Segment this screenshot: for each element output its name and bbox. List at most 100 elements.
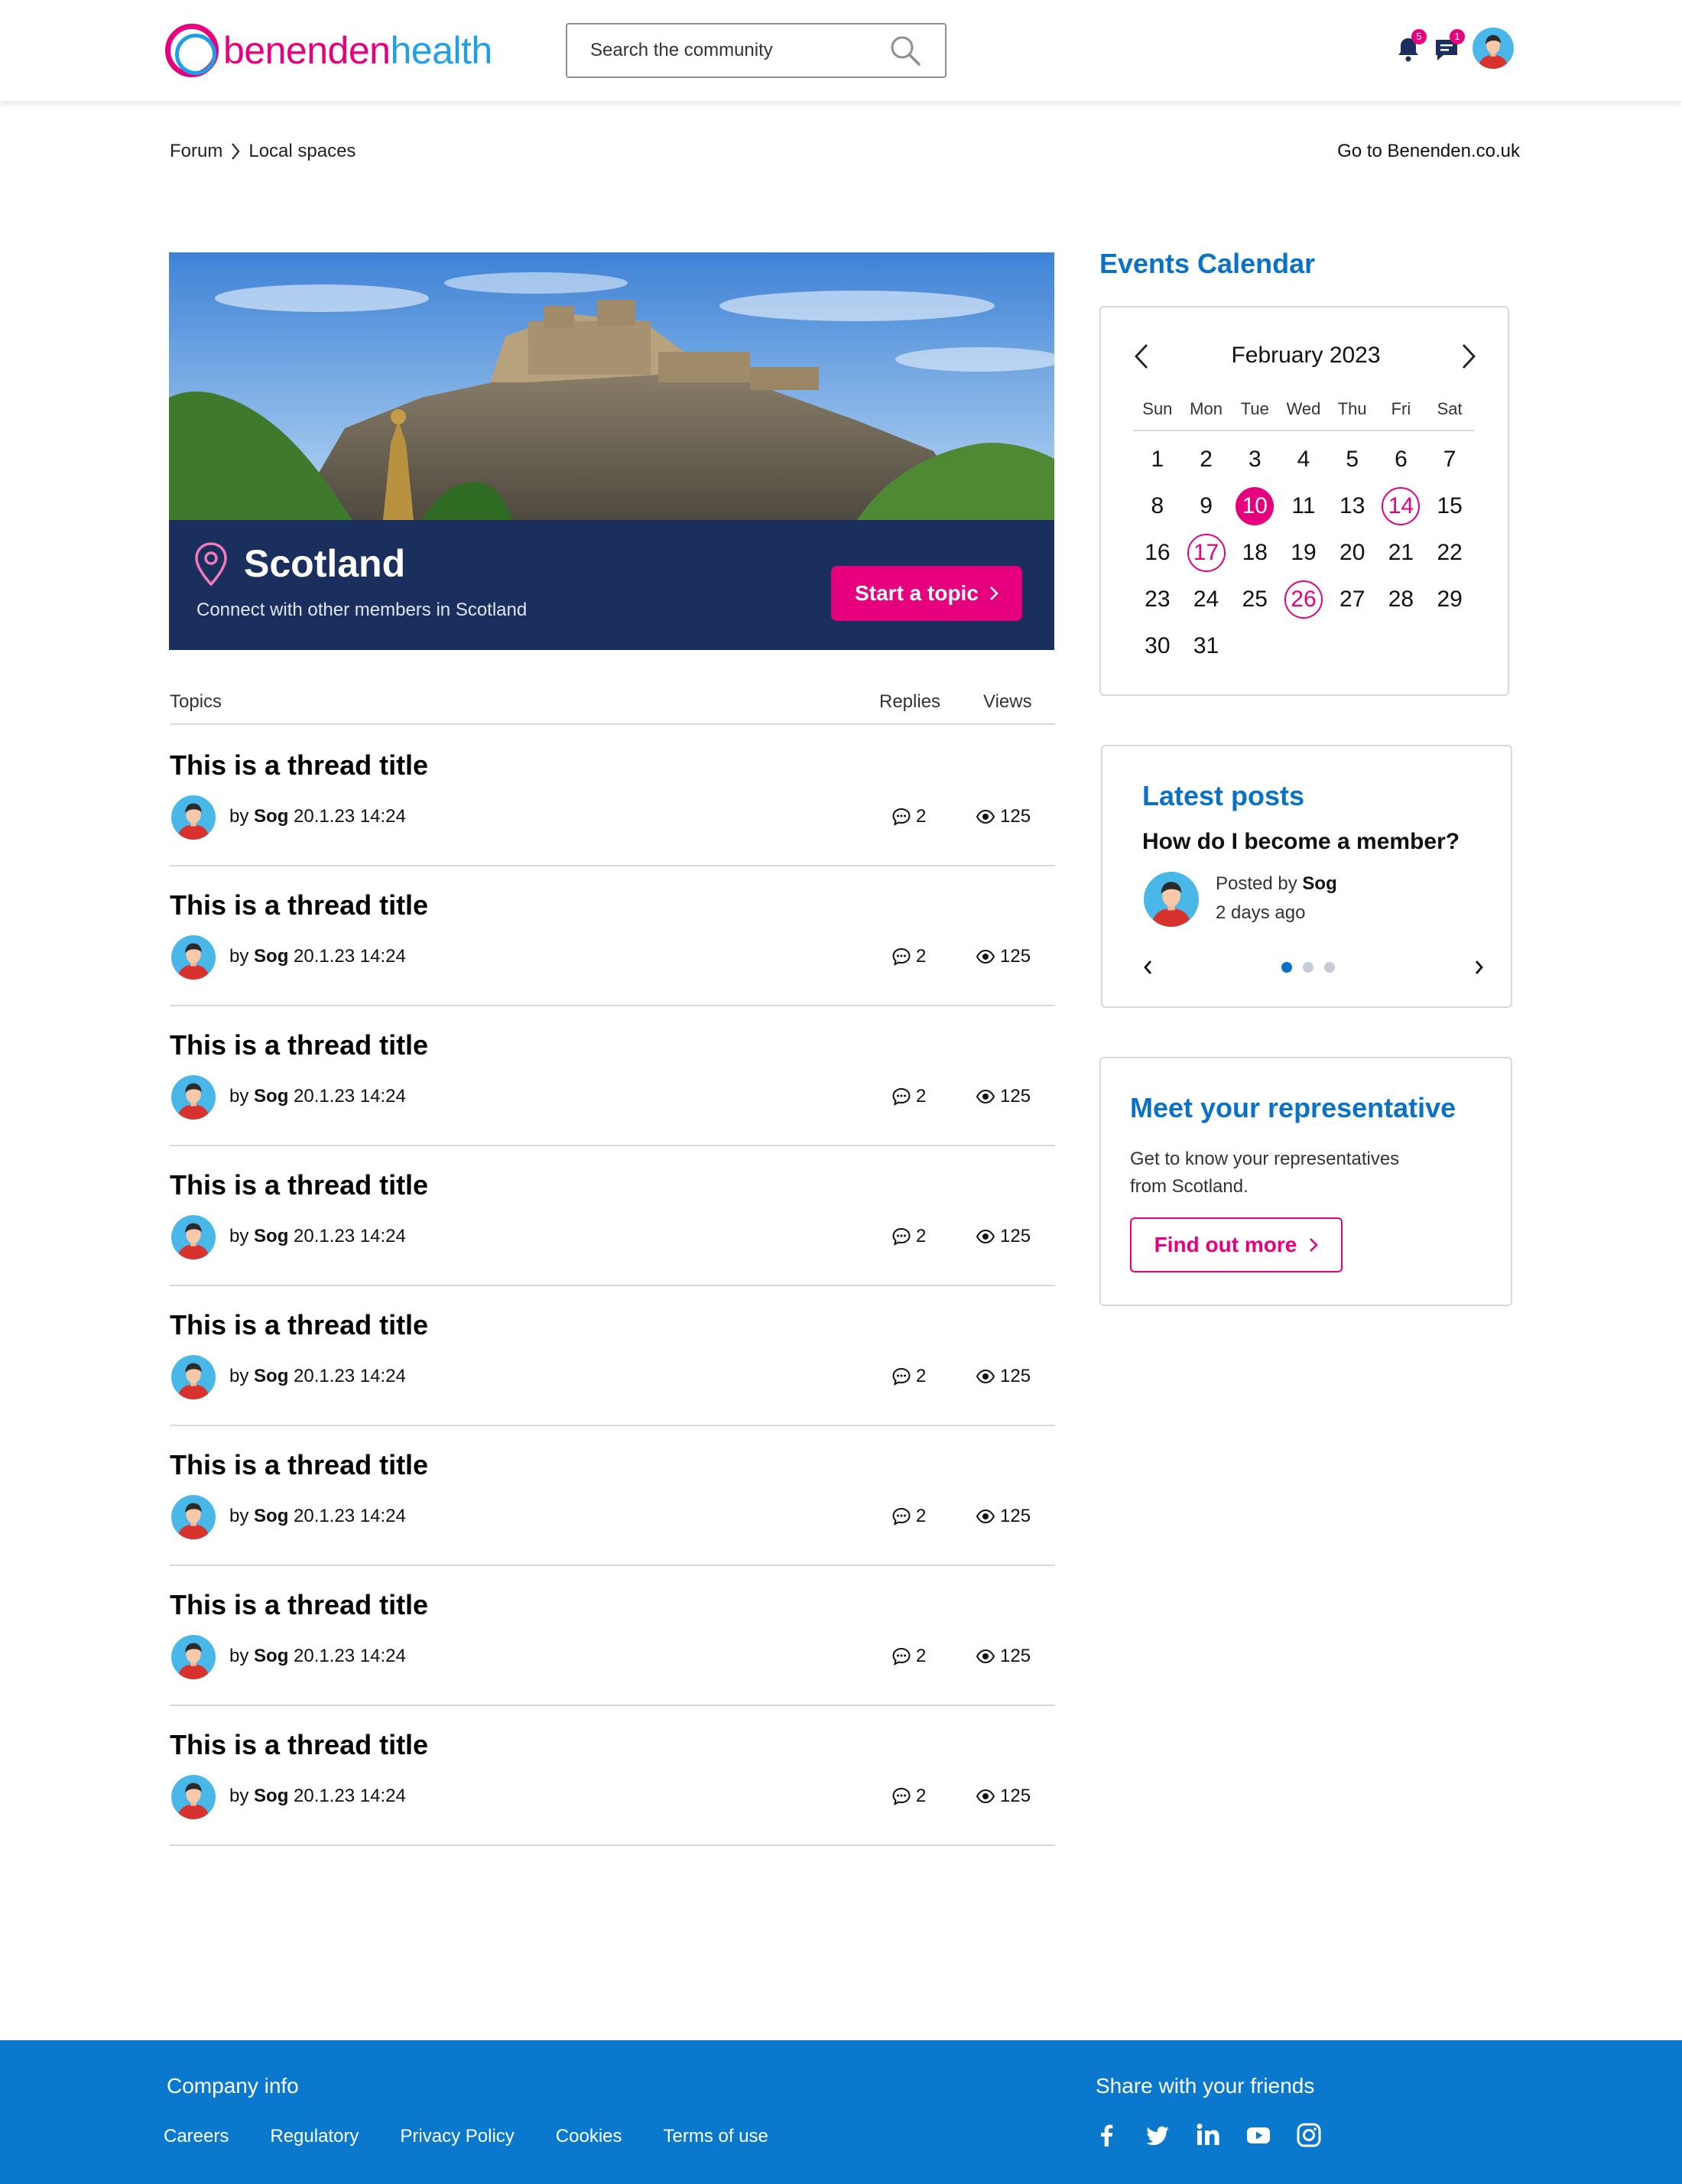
author-avatar[interactable]	[171, 1495, 216, 1539]
author-avatar[interactable]	[171, 1215, 216, 1259]
thread-title[interactable]: This is a thread title	[170, 749, 428, 782]
table-row[interactable]: This is a thread title by Sog 20.1.23 14…	[170, 1286, 1055, 1426]
table-row[interactable]: This is a thread title by Sog 20.1.23 14…	[170, 1706, 1055, 1846]
carousel-dot[interactable]	[1324, 962, 1335, 973]
calendar-day[interactable]: 18	[1230, 529, 1279, 576]
carousel-dot[interactable]	[1281, 962, 1292, 973]
calendar-day[interactable]: 1	[1133, 436, 1182, 483]
calendar-day[interactable]: 27	[1328, 576, 1377, 622]
next-post-chevron-icon[interactable]	[1474, 959, 1485, 976]
calendar-day[interactable]: 10	[1230, 483, 1279, 529]
calendar-day[interactable]: 20	[1328, 529, 1377, 576]
thread-author[interactable]: Sog	[254, 1646, 288, 1666]
calendar-day[interactable]: 8	[1133, 483, 1182, 529]
calendar-day[interactable]: 25	[1230, 576, 1279, 622]
start-topic-button[interactable]: Start a topic	[831, 566, 1022, 621]
calendar-day-number: 18	[1242, 539, 1268, 565]
post-author-avatar[interactable]	[1144, 872, 1199, 927]
author-avatar[interactable]	[171, 1635, 216, 1679]
instagram-icon[interactable]	[1295, 2121, 1323, 2149]
author-avatar[interactable]	[171, 935, 216, 980]
footer-link-careers[interactable]: Careers	[164, 2126, 229, 2147]
benenden-health-logo[interactable]: benendenhealth	[165, 21, 492, 80]
author-avatar[interactable]	[171, 795, 216, 840]
table-row[interactable]: This is a thread title by Sog 20.1.23 14…	[170, 726, 1055, 866]
user-avatar[interactable]	[1473, 28, 1514, 69]
messages-button[interactable]: 1	[1431, 29, 1465, 64]
notifications-button[interactable]: 5	[1393, 29, 1427, 64]
footer-link-privacy-policy[interactable]: Privacy Policy	[400, 2126, 514, 2147]
weekday-label: Fri	[1391, 399, 1411, 418]
author-avatar[interactable]	[171, 1355, 216, 1399]
hero-panel: Scotland Connect with other members in S…	[169, 520, 1054, 650]
table-row[interactable]: This is a thread title by Sog 20.1.23 14…	[170, 866, 1055, 1006]
table-row[interactable]: This is a thread title by Sog 20.1.23 14…	[170, 1006, 1055, 1146]
calendar-day[interactable]: 13	[1328, 483, 1377, 529]
thread-author[interactable]: Sog	[254, 946, 288, 967]
calendar-day[interactable]: 22	[1425, 529, 1474, 576]
search-input[interactable]	[590, 40, 888, 61]
calendar-day[interactable]: 29	[1425, 576, 1474, 622]
post-author[interactable]: Sog	[1302, 873, 1336, 894]
calendar-day[interactable]: 28	[1377, 576, 1426, 622]
calendar-day[interactable]: 23	[1133, 576, 1182, 622]
calendar-day[interactable]: 14	[1377, 483, 1426, 529]
carousel-dots	[1281, 962, 1335, 973]
thread-author[interactable]: Sog	[254, 1506, 288, 1526]
previous-post-chevron-icon[interactable]	[1142, 959, 1153, 976]
calendar-day	[1230, 622, 1279, 669]
calendar-day[interactable]: 31	[1182, 622, 1231, 669]
author-avatar[interactable]	[171, 1775, 216, 1819]
thread-title[interactable]: This is a thread title	[170, 1589, 428, 1621]
facebook-icon[interactable]	[1093, 2121, 1121, 2149]
thread-author[interactable]: Sog	[254, 1786, 288, 1806]
calendar-day[interactable]: 3	[1230, 436, 1279, 483]
go-to-benenden-link[interactable]: Go to Benenden.co.uk	[1337, 141, 1520, 162]
calendar-day[interactable]: 24	[1182, 576, 1231, 622]
calendar-day[interactable]: 26	[1279, 576, 1328, 622]
table-row[interactable]: This is a thread title by Sog 20.1.23 14…	[170, 1146, 1055, 1286]
thread-author[interactable]: Sog	[254, 1226, 288, 1246]
thread-title[interactable]: This is a thread title	[170, 1029, 428, 1061]
calendar-day[interactable]: 4	[1279, 436, 1328, 483]
search-icon[interactable]	[888, 34, 922, 67]
author-avatar[interactable]	[171, 1075, 216, 1120]
calendar-day[interactable]: 9	[1182, 483, 1231, 529]
thread-author[interactable]: Sog	[254, 806, 288, 827]
calendar-day[interactable]: 17	[1182, 529, 1231, 576]
breadcrumb-local-spaces[interactable]: Local spaces	[248, 141, 356, 162]
replies-value: 2	[916, 1086, 927, 1107]
latest-post-title[interactable]: How do I become a member?	[1142, 829, 1460, 855]
calendar-day[interactable]: 21	[1377, 529, 1426, 576]
thread-author[interactable]: Sog	[254, 1366, 288, 1386]
thread-title[interactable]: This is a thread title	[170, 1449, 428, 1481]
calendar-day[interactable]: 19	[1279, 529, 1328, 576]
footer-link-cookies[interactable]: Cookies	[556, 2126, 622, 2147]
linkedin-icon[interactable]	[1194, 2121, 1222, 2149]
find-out-more-button[interactable]: Find out more	[1130, 1217, 1343, 1272]
youtube-icon[interactable]	[1245, 2121, 1272, 2149]
breadcrumb-forum[interactable]: Forum	[170, 141, 222, 162]
calendar-day[interactable]: 15	[1425, 483, 1474, 529]
calendar-day[interactable]: 30	[1133, 622, 1182, 669]
thread-date: 20.1.23 14:24	[294, 1646, 406, 1666]
calendar-day[interactable]: 7	[1425, 436, 1474, 483]
calendar-day[interactable]: 5	[1328, 436, 1377, 483]
footer-link-terms-of-use[interactable]: Terms of use	[664, 2126, 768, 2147]
thread-title[interactable]: This is a thread title	[170, 1729, 428, 1761]
comment-icon	[892, 808, 911, 826]
calendar-day[interactable]: 2	[1182, 436, 1231, 483]
thread-author[interactable]: Sog	[254, 1086, 288, 1107]
calendar-day[interactable]: 6	[1377, 436, 1426, 483]
calendar-day[interactable]: 11	[1279, 483, 1328, 529]
next-month-chevron-icon[interactable]	[1460, 343, 1477, 370]
calendar-day[interactable]: 16	[1133, 529, 1182, 576]
thread-title[interactable]: This is a thread title	[170, 1169, 428, 1201]
table-row[interactable]: This is a thread title by Sog 20.1.23 14…	[170, 1566, 1055, 1706]
twitter-icon[interactable]	[1144, 2121, 1171, 2149]
table-row[interactable]: This is a thread title by Sog 20.1.23 14…	[170, 1426, 1055, 1566]
carousel-dot[interactable]	[1303, 962, 1313, 973]
thread-title[interactable]: This is a thread title	[170, 1309, 428, 1341]
footer-link-regulatory[interactable]: Regulatory	[270, 2126, 359, 2147]
thread-title[interactable]: This is a thread title	[170, 889, 428, 921]
